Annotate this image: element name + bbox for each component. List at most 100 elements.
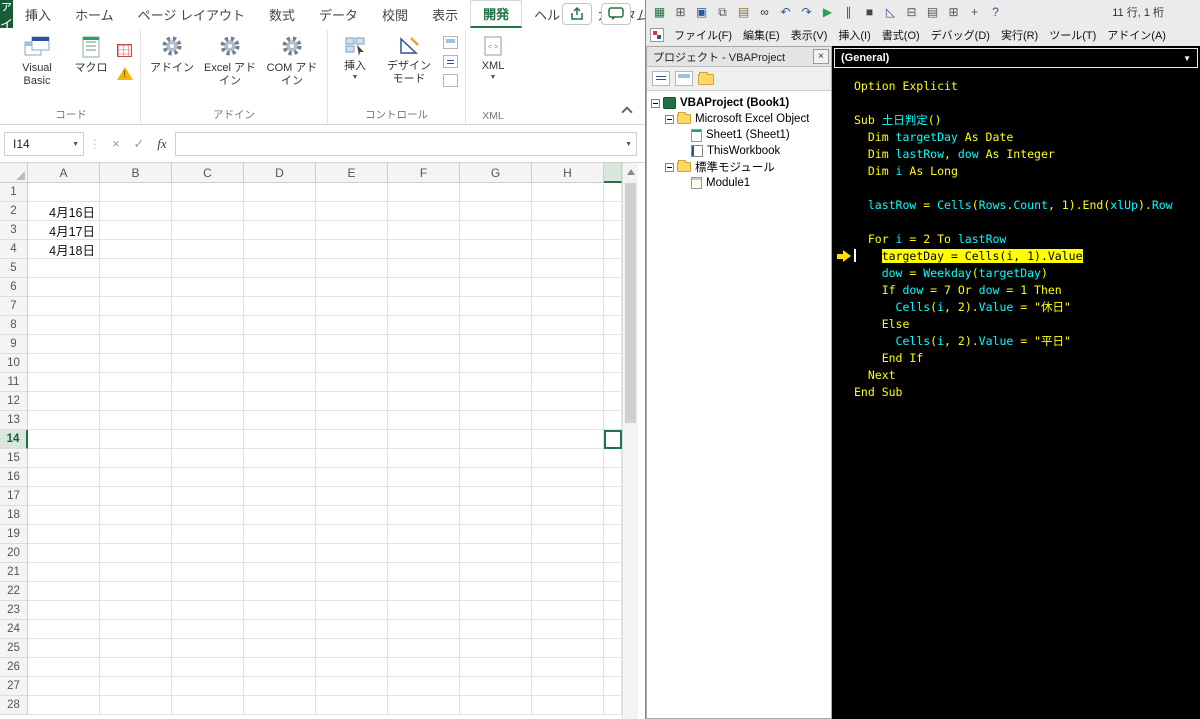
- cell-C1[interactable]: [172, 183, 244, 202]
- cell-H9[interactable]: [532, 335, 604, 354]
- column-header-I[interactable]: [604, 163, 622, 183]
- cell-H8[interactable]: [532, 316, 604, 335]
- excel-host-icon[interactable]: ▦: [650, 3, 669, 21]
- row-header-16[interactable]: 16: [0, 468, 28, 487]
- vbe-menu-編集(E)[interactable]: 編集(E): [738, 27, 785, 43]
- share-button[interactable]: [562, 3, 592, 25]
- cell-H15[interactable]: [532, 449, 604, 468]
- cell-E18[interactable]: [316, 506, 388, 525]
- cell-F13[interactable]: [388, 411, 460, 430]
- cell-G10[interactable]: [460, 354, 532, 373]
- column-header-C[interactable]: C: [172, 163, 244, 183]
- column-header-A[interactable]: A: [28, 163, 100, 183]
- cell-A2[interactable]: 4月16日: [28, 202, 100, 221]
- cell-F20[interactable]: [388, 544, 460, 563]
- cell-G11[interactable]: [460, 373, 532, 392]
- cell-D15[interactable]: [244, 449, 316, 468]
- cell-A7[interactable]: [28, 297, 100, 316]
- cell-H27[interactable]: [532, 677, 604, 696]
- row-header-10[interactable]: 10: [0, 354, 28, 373]
- cell-G24[interactable]: [460, 620, 532, 639]
- cell-C9[interactable]: [172, 335, 244, 354]
- code-line-11[interactable]: targetDay = Cells(i, 1).Value: [854, 248, 1200, 265]
- view-code-icon[interactable]: [443, 55, 458, 68]
- cell-D1[interactable]: [244, 183, 316, 202]
- cell-G12[interactable]: [460, 392, 532, 411]
- cell-G14[interactable]: [460, 430, 532, 449]
- cell-D24[interactable]: [244, 620, 316, 639]
- cell-F7[interactable]: [388, 297, 460, 316]
- cell-A6[interactable]: [28, 278, 100, 297]
- row-header-23[interactable]: 23: [0, 601, 28, 620]
- cell-E21[interactable]: [316, 563, 388, 582]
- row-header-6[interactable]: 6: [0, 278, 28, 297]
- cell-H22[interactable]: [532, 582, 604, 601]
- cell-I23[interactable]: [604, 601, 622, 620]
- cell-D26[interactable]: [244, 658, 316, 677]
- cell-I20[interactable]: [604, 544, 622, 563]
- cell-A20[interactable]: [28, 544, 100, 563]
- row-header-20[interactable]: 20: [0, 544, 28, 563]
- cell-A4[interactable]: 4月18日: [28, 240, 100, 259]
- cell-I15[interactable]: [604, 449, 622, 468]
- cell-A26[interactable]: [28, 658, 100, 677]
- cell-C26[interactable]: [172, 658, 244, 677]
- row-header-3[interactable]: 3: [0, 221, 28, 240]
- design-mode-icon[interactable]: ◺: [881, 3, 900, 21]
- redo-icon[interactable]: ↷: [797, 3, 816, 21]
- cell-I10[interactable]: [604, 354, 622, 373]
- cell-I4[interactable]: [604, 240, 622, 259]
- cell-I12[interactable]: [604, 392, 622, 411]
- cell-G22[interactable]: [460, 582, 532, 601]
- cell-I8[interactable]: [604, 316, 622, 335]
- close-icon[interactable]: ×: [813, 49, 829, 64]
- cell-E25[interactable]: [316, 639, 388, 658]
- cell-E1[interactable]: [316, 183, 388, 202]
- cell-F27[interactable]: [388, 677, 460, 696]
- column-header-F[interactable]: F: [388, 163, 460, 183]
- cell-G23[interactable]: [460, 601, 532, 620]
- cell-B11[interactable]: [100, 373, 172, 392]
- cell-C21[interactable]: [172, 563, 244, 582]
- cell-D13[interactable]: [244, 411, 316, 430]
- cell-C25[interactable]: [172, 639, 244, 658]
- cell-E17[interactable]: [316, 487, 388, 506]
- cell-B25[interactable]: [100, 639, 172, 658]
- cell-E23[interactable]: [316, 601, 388, 620]
- view-code-toolbar-icon[interactable]: [652, 71, 670, 86]
- row-header-26[interactable]: 26: [0, 658, 28, 677]
- cell-F23[interactable]: [388, 601, 460, 620]
- cell-A21[interactable]: [28, 563, 100, 582]
- cell-E22[interactable]: [316, 582, 388, 601]
- cell-H12[interactable]: [532, 392, 604, 411]
- cell-B1[interactable]: [100, 183, 172, 202]
- help-icon[interactable]: ?: [986, 3, 1005, 21]
- cell-F22[interactable]: [388, 582, 460, 601]
- cell-F25[interactable]: [388, 639, 460, 658]
- cell-G26[interactable]: [460, 658, 532, 677]
- row-header-5[interactable]: 5: [0, 259, 28, 278]
- cell-B4[interactable]: [100, 240, 172, 259]
- cell-B13[interactable]: [100, 411, 172, 430]
- cell-E11[interactable]: [316, 373, 388, 392]
- cell-B24[interactable]: [100, 620, 172, 639]
- design-mode-button[interactable]: デザイン モード: [378, 30, 440, 86]
- cell-B17[interactable]: [100, 487, 172, 506]
- cell-A3[interactable]: 4月17日: [28, 221, 100, 240]
- cell-A9[interactable]: [28, 335, 100, 354]
- cell-D9[interactable]: [244, 335, 316, 354]
- row-header-17[interactable]: 17: [0, 487, 28, 506]
- cell-F9[interactable]: [388, 335, 460, 354]
- cell-E4[interactable]: [316, 240, 388, 259]
- code-line-18[interactable]: Next: [854, 367, 1200, 384]
- cell-B22[interactable]: [100, 582, 172, 601]
- cell-C17[interactable]: [172, 487, 244, 506]
- cell-E24[interactable]: [316, 620, 388, 639]
- cell-C20[interactable]: [172, 544, 244, 563]
- cell-E13[interactable]: [316, 411, 388, 430]
- cell-H11[interactable]: [532, 373, 604, 392]
- row-header-28[interactable]: 28: [0, 696, 28, 715]
- cell-G28[interactable]: [460, 696, 532, 715]
- break-icon[interactable]: ∥: [839, 3, 858, 21]
- vertical-scrollbar[interactable]: [622, 163, 638, 719]
